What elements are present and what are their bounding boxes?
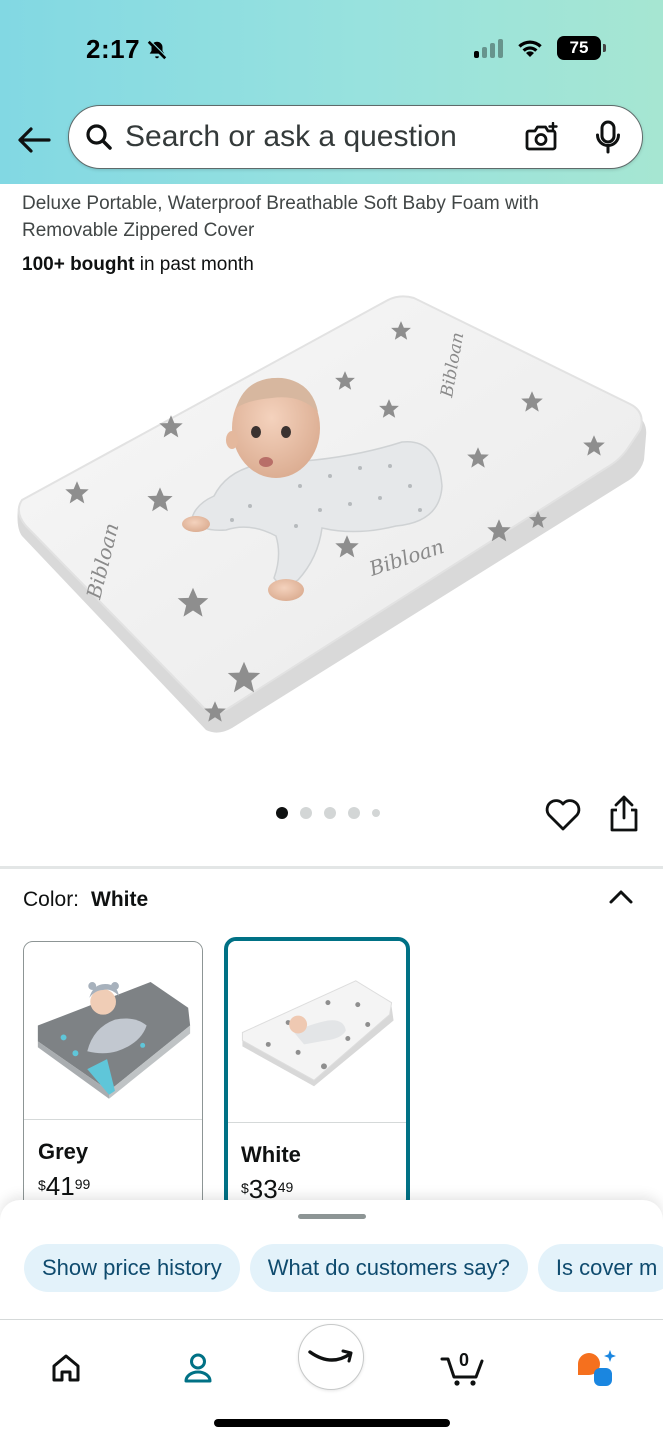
status-time-text: 2:17 <box>86 34 141 64</box>
purchase-count: 100+ bought in past month <box>22 254 254 276</box>
account-icon <box>184 1353 212 1383</box>
cart-icon: 0 <box>440 1350 484 1386</box>
color-selected-value: White <box>91 888 149 911</box>
carousel-dot <box>348 807 360 819</box>
color-option-name: White <box>241 1142 301 1167</box>
suggestions-sheet: Show price history What do customers say… <box>0 1200 663 1320</box>
white-mattress-thumbnail <box>228 941 406 1123</box>
color-option-white[interactable]: White $33 49 <box>224 937 410 1211</box>
product-title-line: Removable Zippered Cover <box>22 220 255 241</box>
top-header: 2:17 75 <box>0 0 663 184</box>
price-whole: 41 <box>45 1171 75 1201</box>
chip-price-history[interactable]: Show price history <box>24 1244 240 1292</box>
back-button[interactable] <box>14 120 54 160</box>
color-selector-label: Color: White <box>23 888 148 912</box>
grey-mattress-thumbnail <box>24 942 202 1120</box>
suggestion-chips: Show price history What do customers say… <box>24 1244 663 1292</box>
price-whole: 33 <box>248 1174 278 1204</box>
share-icon <box>610 795 638 832</box>
battery-icon: 75 <box>557 36 606 60</box>
color-label: Color: <box>23 888 80 911</box>
product-title-line: Deluxe Portable, Waterproof Breathable S… <box>22 193 539 214</box>
product-image[interactable]: Bibloan Bibloan Bibloan <box>0 290 663 760</box>
nav-account-button[interactable] <box>168 1338 228 1398</box>
share-button[interactable] <box>606 794 642 834</box>
nav-cart-button[interactable]: 0 <box>434 1338 494 1398</box>
voice-search-button[interactable] <box>588 117 628 157</box>
microphone-icon <box>596 120 620 154</box>
search-icon <box>85 123 113 151</box>
camera-search-button[interactable] <box>522 117 562 157</box>
camera-icon <box>525 122 558 151</box>
chip-scroll-area[interactable]: Show price history What do customers say… <box>0 1200 663 1320</box>
cart-count: 0 <box>459 1350 469 1370</box>
image-carousel-indicator[interactable] <box>276 807 380 819</box>
section-divider <box>0 866 663 869</box>
purchase-count-rest: in past month <box>134 254 254 275</box>
price-currency: $ <box>38 1177 46 1193</box>
nav-rufus-button[interactable] <box>566 1338 626 1398</box>
wishlist-button[interactable] <box>544 796 582 832</box>
purchase-count-bold: 100+ bought <box>22 254 135 275</box>
color-option-name: Grey <box>38 1139 89 1164</box>
bell-muted-icon <box>147 39 168 59</box>
carousel-dot <box>372 809 380 817</box>
home-indicator <box>214 1419 450 1427</box>
price-currency: $ <box>241 1180 249 1196</box>
search-input[interactable] <box>125 106 522 168</box>
carousel-dot-active <box>276 807 288 819</box>
product-title[interactable]: Deluxe Portable, Waterproof Breathable S… <box>22 190 622 244</box>
chip-customer-reviews[interactable]: What do customers say? <box>249 1244 528 1292</box>
amazon-smile-icon <box>308 1349 353 1363</box>
chevron-up-icon <box>609 890 633 904</box>
home-icon <box>52 1354 80 1382</box>
nav-amazon-button[interactable] <box>298 1324 364 1390</box>
price-fraction: 99 <box>74 1176 91 1192</box>
status-indicators: 75 <box>474 36 606 60</box>
price-fraction: 49 <box>277 1179 294 1195</box>
search-bar[interactable] <box>68 105 643 169</box>
arrow-left-icon <box>18 127 51 153</box>
bottom-nav: 0 <box>0 1320 663 1440</box>
sheet-drag-handle[interactable] <box>298 1214 366 1219</box>
color-option-price: $41 99 <box>38 1173 202 1199</box>
status-time: 2:17 <box>86 34 168 65</box>
cellular-signal-icon <box>474 38 503 58</box>
battery-level: 75 <box>569 38 589 57</box>
collapse-color-button[interactable] <box>606 884 636 910</box>
carousel-dot <box>300 807 312 819</box>
heart-icon <box>545 799 581 831</box>
wifi-icon <box>518 40 542 57</box>
color-option-price: $33 49 <box>241 1176 406 1202</box>
nav-home-button[interactable] <box>36 1338 96 1398</box>
color-option-grey[interactable]: Grey $41 99 <box>23 941 203 1211</box>
carousel-dot <box>324 807 336 819</box>
rufus-icon <box>578 1350 616 1386</box>
chip-cover-question[interactable]: Is cover m <box>537 1244 663 1292</box>
